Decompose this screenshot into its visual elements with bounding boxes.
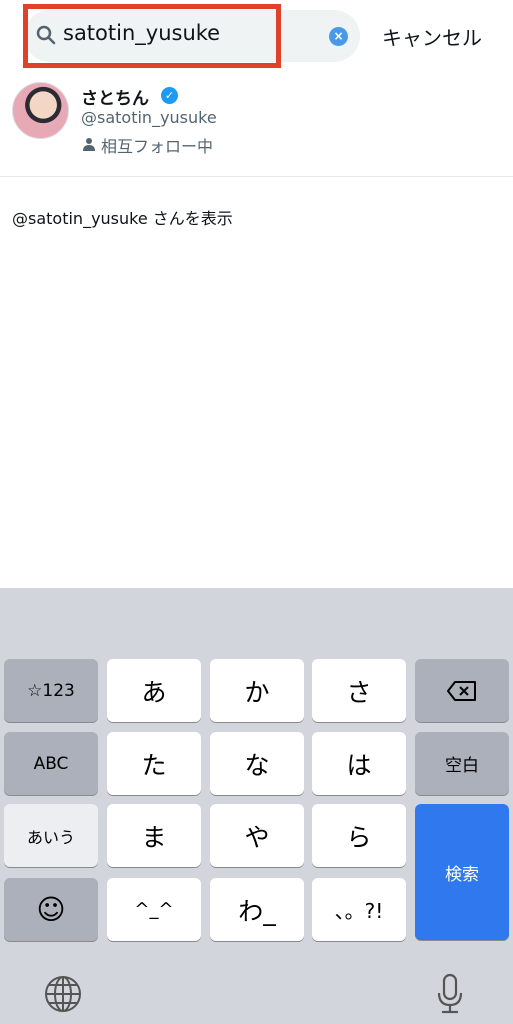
backspace-key[interactable]	[415, 659, 509, 722]
mutual-follow-status: 相互フォロー中	[101, 137, 214, 156]
emoji-icon: ☺	[36, 893, 66, 926]
key-sa[interactable]: さ	[312, 659, 406, 722]
avatar[interactable]	[12, 82, 69, 139]
key-ka[interactable]: か	[210, 659, 304, 722]
key-abc[interactable]: ABC	[4, 732, 98, 795]
key-wa[interactable]: わ_	[210, 878, 304, 941]
view-user-link[interactable]: @satotin_yusuke さんを表示	[12, 205, 233, 229]
key-punctuation[interactable]: 、。?!	[312, 878, 406, 941]
key-a[interactable]: あ	[107, 659, 201, 722]
person-icon	[83, 138, 95, 151]
space-key[interactable]: 空白	[415, 732, 509, 795]
emoji-key[interactable]: ☺	[4, 878, 98, 941]
key-kana[interactable]: あいう	[4, 804, 98, 867]
key-na[interactable]: な	[210, 732, 304, 795]
divider	[0, 176, 513, 177]
globe-icon[interactable]	[44, 975, 82, 1013]
verified-badge-icon: ✓	[161, 87, 178, 104]
key-symbols[interactable]: ☆123	[4, 659, 98, 722]
key-ta[interactable]: た	[107, 732, 201, 795]
user-name[interactable]: さとちん	[81, 84, 149, 109]
key-ra[interactable]: ら	[312, 804, 406, 867]
key-ya[interactable]: や	[210, 804, 304, 867]
key-ha[interactable]: は	[312, 732, 406, 795]
cancel-button[interactable]: キャンセル	[382, 22, 482, 51]
key-ma[interactable]: ま	[107, 804, 201, 867]
backspace-icon	[447, 680, 476, 701]
search-key[interactable]: 検索	[415, 804, 509, 940]
highlight-annotation-box	[23, 4, 281, 68]
microphone-icon[interactable]	[436, 973, 464, 1015]
key-kaomoji[interactable]: ^_^	[107, 878, 201, 941]
user-handle: @satotin_yusuke	[81, 108, 217, 127]
clear-search-button[interactable]: ×	[329, 27, 348, 46]
